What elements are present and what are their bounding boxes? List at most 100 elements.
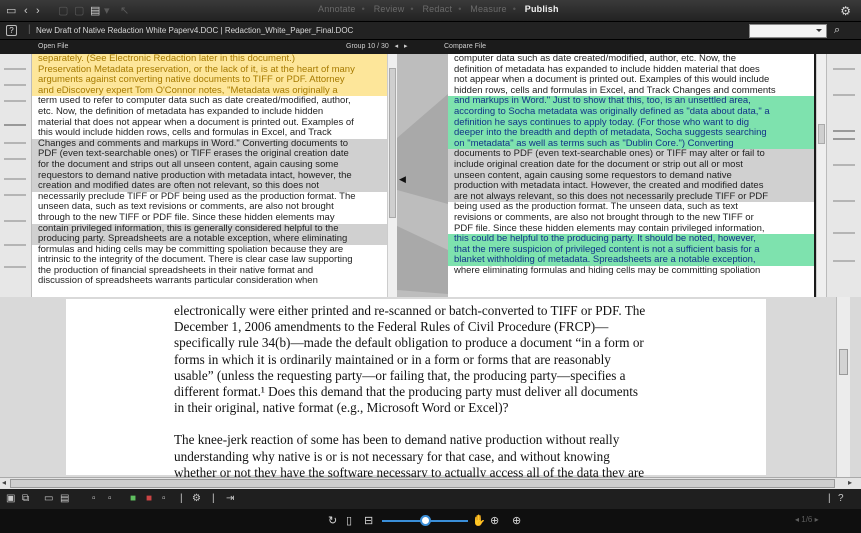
right-line: on "metadata" as well as terms such as "… <box>448 138 814 150</box>
group-navigator: Group 10 / 30 ◂ ▸ <box>346 40 408 54</box>
right-line: PDF file. Since these hidden elements ma… <box>448 223 814 235</box>
next-change-icon[interactable]: ▫ <box>108 493 112 504</box>
open-file-label: Open File <box>38 43 69 50</box>
single-page-icon[interactable]: ▭ <box>44 493 53 504</box>
tab-annotate[interactable]: Annotate <box>318 4 356 14</box>
left-line: creation and modified dates are often no… <box>32 181 397 192</box>
right-line: definition of metadata has expanded to i… <box>448 64 814 76</box>
page-number: 1/6 <box>801 515 813 524</box>
right-line-list: computer data such as date created/modif… <box>448 54 814 277</box>
document-title: New Draft of Native Redaction White Pape… <box>36 26 354 35</box>
doc-line: understanding why native is or is not ne… <box>174 448 610 464</box>
document-page: electronically were either printed and r… <box>66 299 766 480</box>
help-icon[interactable]: ? <box>838 493 844 504</box>
left-line: the production of financial spreadsheets… <box>32 265 397 277</box>
divider: | <box>180 493 183 504</box>
right-line: production with metadata intact. However… <box>448 181 814 192</box>
tab-redact[interactable]: Redact <box>422 4 452 14</box>
viewer-scroll-thumb[interactable] <box>839 349 848 375</box>
open-folder-icon[interactable]: ▭ <box>6 4 16 18</box>
left-line: for the document and strips out all unse… <box>32 159 397 171</box>
prev-change-icon[interactable]: ▫ <box>92 493 96 504</box>
document-viewer[interactable]: electronically were either printed and r… <box>0 297 861 480</box>
zoom-icon[interactable]: ⊕ <box>512 514 521 527</box>
duplicate-icon[interactable]: ⧉ <box>22 493 29 504</box>
export-icon[interactable]: ⇥ <box>226 493 234 504</box>
horizontal-scroll-thumb[interactable] <box>10 479 835 488</box>
split-view-icon[interactable]: ▤ <box>60 493 69 504</box>
left-line: material that does not appear when a doc… <box>32 117 397 129</box>
dropdown-icon[interactable]: ▾ <box>104 4 110 18</box>
doc-line: The knee-jerk reaction of some has been … <box>174 432 620 448</box>
rotate-icon[interactable]: ↻ <box>328 514 337 527</box>
title-bar: ? | New Draft of Native Redaction White … <box>0 22 861 40</box>
back-icon[interactable]: ‹ <box>24 4 28 18</box>
right-line: not appear when a document is printed ou… <box>448 75 814 86</box>
scroll-right-icon[interactable]: ▸ <box>848 478 852 487</box>
page-indicator[interactable]: ◂ 1/6 ▸ <box>795 515 819 524</box>
page-icon[interactable]: ▯ <box>346 514 352 527</box>
right-line: blanket withholding of metadata. Spreads… <box>448 255 814 266</box>
left-line: etc. Now, the definition of metadata has… <box>32 106 397 118</box>
right-line: deeper into the breadth and depth of met… <box>448 128 814 139</box>
left-line: contain privileged information, this is … <box>32 223 397 235</box>
pan-hand-icon[interactable]: ✋ <box>472 514 486 527</box>
left-overview-gutter[interactable] <box>0 54 32 297</box>
right-line: revisions or comments, are also not brou… <box>448 212 814 224</box>
delete-marker-icon[interactable]: ■ <box>146 493 152 504</box>
right-line: are not always relevant, so this does no… <box>448 191 814 203</box>
left-scroll-thumb[interactable] <box>389 68 396 218</box>
right-scroll-thumb[interactable] <box>818 124 825 144</box>
prev-group-icon[interactable]: ◂ <box>391 43 399 50</box>
compare-file-pane[interactable]: computer data such as date created/modif… <box>448 54 814 297</box>
settings-icon[interactable]: ⚙ <box>840 4 851 18</box>
viewer-horizontal-scrollbar[interactable]: ◂ ▸ <box>0 477 861 489</box>
search-dropdown[interactable] <box>749 24 827 38</box>
print-icon[interactable]: ▤ <box>90 4 100 18</box>
right-line: definition he says continues to apply to… <box>448 117 814 129</box>
search-icon[interactable]: ⌕ <box>834 24 840 37</box>
change-marker-icon[interactable]: ▫ <box>162 493 166 504</box>
tab-review[interactable]: Review <box>374 4 405 14</box>
zoom-region-icon[interactable]: ⊕ <box>490 514 499 527</box>
left-pane-scrollbar[interactable] <box>387 54 397 297</box>
left-line: requestors to demand native production w… <box>32 170 397 182</box>
view-toolbar: ▣ ⧉ ▭ ▤ ▫ ▫ ■ ■ ▫ | ⚙ | ⇥ | ? <box>0 489 861 509</box>
navigation-toolbar: ↻ ▯ ⊟ ✋ ⊕ ⊕ ◂ 1/6 ▸ <box>0 509 861 533</box>
right-line: and markups in Word." Just to show that … <box>448 96 814 107</box>
doc-line: in their original, native format (e.g., … <box>174 400 509 416</box>
sync-arrow-icon[interactable]: ◀ <box>399 174 406 185</box>
main-toolbar: ▭ ‹ › ▢ ▢ ▤ ▾ ↖ Annotate • Review • Redact… <box>0 0 861 22</box>
tab-measure[interactable]: Measure <box>470 4 506 14</box>
left-line: Changes and comments and markups in Word… <box>32 138 397 150</box>
scroll-left-icon[interactable]: ◂ <box>2 478 6 487</box>
document-text: electronically were either printed and r… <box>174 303 694 481</box>
zoom-slider-knob[interactable] <box>420 515 431 526</box>
open-file-pane[interactable]: separately. (See Electronic Redaction la… <box>32 54 397 297</box>
copy-icon[interactable]: ▢ <box>74 4 84 18</box>
left-line: producing party. Spreadsheets are a nota… <box>32 234 397 245</box>
left-line: this would include hidden rows, cells an… <box>32 128 397 139</box>
right-line: include original creation date for the d… <box>448 159 814 171</box>
right-line: this could be helpful to the producing p… <box>448 234 814 245</box>
doc-line: specifically rule 34(b)—made the default… <box>174 335 644 351</box>
right-pane-scrollbar[interactable] <box>816 54 826 297</box>
help-icon[interactable]: ? <box>6 25 17 36</box>
next-group-icon[interactable]: ▸ <box>400 43 408 50</box>
left-line: PDF (even text-searchable ones) or TIFF … <box>32 149 397 160</box>
viewer-vertical-scrollbar[interactable] <box>836 297 850 477</box>
pointer-icon[interactable]: ↖ <box>120 4 129 18</box>
layout-icon[interactable]: ▣ <box>6 493 15 504</box>
fit-page-icon[interactable]: ⊟ <box>364 514 373 527</box>
forward-icon[interactable]: › <box>36 4 40 18</box>
doc-line: December 1, 2006 amendments to the Feder… <box>174 319 609 335</box>
mode-tabs: Annotate • Review • Redact • Measure • Publi… <box>318 4 559 14</box>
tab-publish[interactable]: Publish <box>525 4 559 14</box>
compare-settings-icon[interactable]: ⚙ <box>192 493 201 504</box>
insert-marker-icon[interactable]: ■ <box>130 493 136 504</box>
compare-file-label: Compare File <box>444 43 487 50</box>
left-line: term used to refer to computer data such… <box>32 96 397 107</box>
compare-app: ▭ ‹ › ▢ ▢ ▤ ▾ ↖ Annotate • Review • Redact… <box>0 0 861 533</box>
right-overview-gutter[interactable] <box>826 54 861 297</box>
save-icon[interactable]: ▢ <box>58 4 68 18</box>
